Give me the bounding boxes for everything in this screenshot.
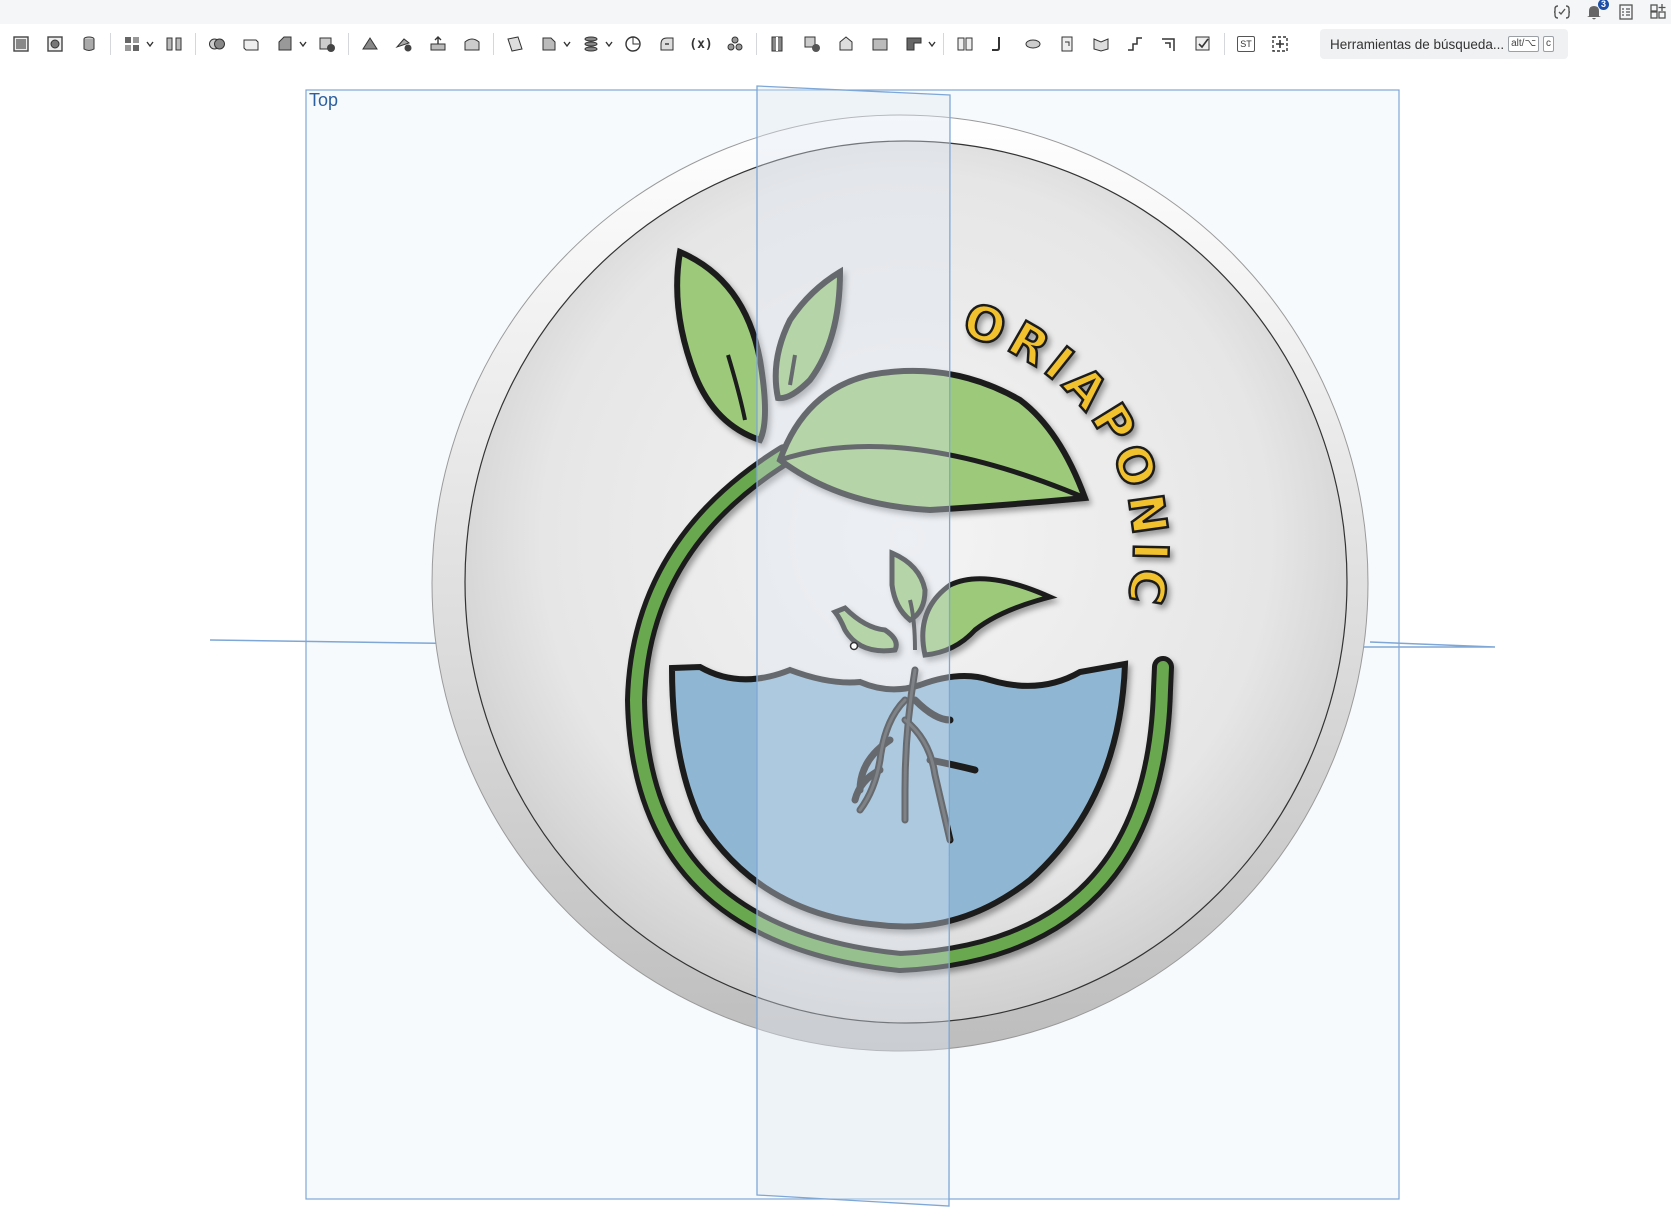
pattern-tool-icon[interactable] bbox=[578, 30, 604, 58]
transform-tool-icon[interactable] bbox=[654, 30, 680, 58]
chevron-down-icon[interactable] bbox=[298, 39, 308, 49]
top-right-icons: 3 bbox=[1553, 0, 1667, 24]
shortcut-key-c: c bbox=[1542, 36, 1554, 52]
replace-face-icon[interactable] bbox=[833, 30, 859, 58]
toolbar-divider bbox=[110, 33, 111, 55]
extrude-tool-icon[interactable] bbox=[42, 30, 68, 58]
search-placeholder: Herramientas de búsqueda... bbox=[1330, 36, 1505, 52]
chevron-down-icon[interactable] bbox=[927, 39, 937, 49]
sweep-tool-icon[interactable] bbox=[119, 30, 145, 58]
search-tools-input[interactable]: Herramientas de búsqueda... alt/⌥ c bbox=[1320, 29, 1568, 59]
shortcut-key-alt: alt/⌥ bbox=[1508, 36, 1539, 52]
boolean-tool-icon[interactable] bbox=[204, 30, 230, 58]
checklist-icon[interactable] bbox=[1617, 3, 1635, 21]
view-cube-label[interactable]: Top bbox=[309, 90, 338, 111]
toolbar-divider bbox=[195, 33, 196, 55]
circular-pattern-icon[interactable] bbox=[620, 30, 646, 58]
mate-connector-icon[interactable] bbox=[536, 30, 562, 58]
revolve-tool-icon[interactable] bbox=[76, 30, 102, 58]
top-strip: 3 bbox=[0, 0, 1671, 24]
draft-tool-icon[interactable] bbox=[357, 30, 383, 58]
delete-part-icon[interactable] bbox=[314, 30, 340, 58]
fillet-tool-icon[interactable] bbox=[272, 30, 298, 58]
chevron-down-icon[interactable] bbox=[604, 39, 614, 49]
model-scene[interactable]: ORIAPONICS bbox=[0, 64, 1671, 1224]
graphics-viewport[interactable]: ORIAPONICS Top bbox=[0, 64, 1671, 1224]
toolbar-divider bbox=[943, 33, 944, 55]
notification-count-badge: 3 bbox=[1597, 0, 1609, 10]
form-tool-icon[interactable] bbox=[1122, 30, 1148, 58]
corner-tool-icon[interactable] bbox=[1156, 30, 1182, 58]
enclose-tool-icon[interactable] bbox=[459, 30, 485, 58]
rib-tool-icon[interactable] bbox=[391, 30, 417, 58]
chevron-down-icon[interactable] bbox=[145, 39, 155, 49]
sketch-tool-icon[interactable] bbox=[8, 30, 34, 58]
sheet-metal-icon[interactable] bbox=[901, 30, 927, 58]
add-custom-feature-icon[interactable] bbox=[1267, 30, 1293, 58]
plane-tool-icon[interactable] bbox=[502, 30, 528, 58]
variable-studio-icon[interactable] bbox=[1553, 3, 1571, 21]
offset-surface-icon[interactable] bbox=[867, 30, 893, 58]
bend-relief-icon[interactable] bbox=[1054, 30, 1080, 58]
shell-tool-icon[interactable] bbox=[238, 30, 264, 58]
apps-grid-icon[interactable] bbox=[1649, 3, 1667, 21]
chevron-down-icon[interactable] bbox=[562, 39, 572, 49]
toolbar-divider bbox=[1224, 33, 1225, 55]
unfold-tool-icon[interactable] bbox=[1088, 30, 1114, 58]
finish-sheet-metal-icon[interactable] bbox=[1190, 30, 1216, 58]
loft-tool-icon[interactable] bbox=[161, 30, 187, 58]
variable-tool-icon[interactable]: (x) bbox=[688, 30, 714, 58]
thicken-tool-icon[interactable] bbox=[425, 30, 451, 58]
split-tool-icon[interactable] bbox=[765, 30, 791, 58]
flange-tool-icon[interactable] bbox=[952, 30, 978, 58]
standard-content-button[interactable]: ST bbox=[1233, 30, 1259, 58]
move-face-icon[interactable] bbox=[799, 30, 825, 58]
tab-tool-icon[interactable] bbox=[1020, 30, 1046, 58]
hem-tool-icon[interactable] bbox=[986, 30, 1012, 58]
toolbar-divider bbox=[493, 33, 494, 55]
origin-point[interactable] bbox=[849, 641, 859, 651]
toolbar-divider bbox=[348, 33, 349, 55]
derived-tool-icon[interactable] bbox=[722, 30, 748, 58]
notifications-icon[interactable]: 3 bbox=[1585, 0, 1609, 21]
toolbar-divider bbox=[756, 33, 757, 55]
